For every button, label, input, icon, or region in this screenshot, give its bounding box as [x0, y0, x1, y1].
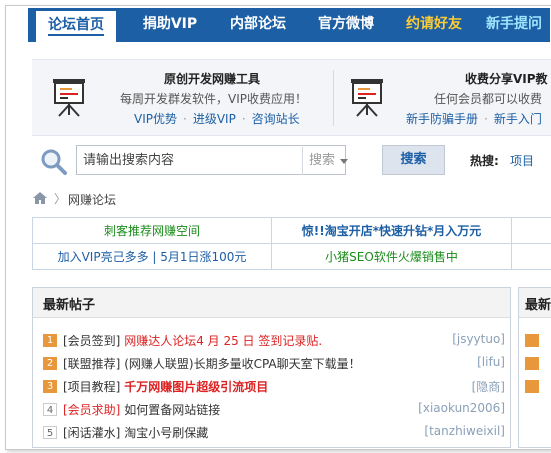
- post-author[interactable]: [lifu]: [477, 355, 505, 369]
- post-author[interactable]: [jsyytuo]: [452, 332, 505, 346]
- hot-search-item[interactable]: 项目: [510, 152, 534, 169]
- post-category[interactable]: [联盟推荐]: [63, 357, 120, 371]
- latest-posts-panel: 最新帖子 1 [会员签到] 网赚达人论坛4 月 25 日 签到记录贴. [jsy…: [32, 287, 511, 448]
- newbie-intro-link[interactable]: 新手入门: [494, 112, 542, 126]
- search-box: 搜索: [76, 145, 348, 175]
- post-category[interactable]: [闲话灌水]: [63, 426, 120, 440]
- search-scope-select[interactable]: 搜索: [302, 147, 350, 175]
- presentation-board-icon: [351, 79, 383, 117]
- promo-tools-subtitle: 每周开发群发软件，VIP收费应用！: [120, 92, 307, 106]
- post-category[interactable]: [会员求助]: [63, 403, 120, 417]
- side-panel-header: 最新: [519, 288, 551, 318]
- ad-link[interactable]: 小猪SEO软件火爆销售中: [272, 244, 512, 270]
- hot-search-label: 热搜:: [470, 154, 499, 168]
- vip-advantage-link[interactable]: VIP优势: [134, 112, 177, 126]
- latest-posts-title: 最新帖子: [43, 298, 96, 313]
- breadcrumb-current[interactable]: 网赚论坛: [68, 191, 116, 208]
- latest-posts-header: 最新帖子: [33, 288, 510, 318]
- post-rank-badge: 4: [43, 403, 57, 416]
- search-scope-label: 搜索: [309, 153, 336, 168]
- post-row[interactable]: 5 [闲话灌水] 淘宝小号刷保藏 [tanzhiweixil]: [43, 423, 505, 443]
- search-button[interactable]: 搜索: [382, 145, 445, 175]
- post-title[interactable]: 如何置备网站链接: [124, 403, 220, 417]
- contact-admin-link[interactable]: 咨询站长: [252, 112, 300, 126]
- post-row[interactable]: 4 [会员求助] 如何置备网站链接 [xiaokun2006]: [43, 400, 505, 420]
- nav-official-weibo[interactable]: 官方微博: [302, 8, 390, 42]
- presentation-board-icon: [53, 79, 85, 117]
- post-category[interactable]: [会员签到]: [63, 334, 120, 348]
- nav-invite-friends[interactable]: 约请好友: [390, 8, 478, 42]
- ad-link[interactable]: 惊!!淘宝开店*快速升钻*月入万元: [272, 218, 512, 244]
- promo-tools-links: VIP优势 · 进级VIP · 咨询站长: [134, 112, 300, 126]
- post-title[interactable]: 千万网赚图片超级引流项目: [124, 380, 268, 394]
- post-category[interactable]: [项目教程]: [63, 380, 120, 394]
- nav-internal-forum[interactable]: 内部论坛: [214, 8, 302, 42]
- post-row[interactable]: 1 [会员签到] 网赚达人论坛4 月 25 日 签到记录贴. [jsyytuo]: [43, 331, 505, 351]
- ad-cell-empty: [512, 218, 551, 244]
- nav-forum-home[interactable]: 论坛首页: [36, 11, 116, 42]
- post-rank-badge: 5: [43, 426, 57, 439]
- search-icon: [41, 149, 67, 175]
- promo-tools: 原创开发网赚工具 每周开发群发软件，VIP收费应用！ VIP优势 · 进级VIP · 咨…: [32, 60, 332, 135]
- post-title[interactable]: 网赚达人论坛4 月 25 日 签到记录贴.: [124, 334, 322, 348]
- side-rank-badge: [525, 334, 539, 347]
- breadcrumb-separator: 〉: [54, 192, 67, 206]
- side-panel: 最新: [518, 287, 551, 448]
- promo-tools-title: 原创开发网赚工具: [164, 72, 261, 86]
- upgrade-vip-link[interactable]: 进级VIP: [193, 112, 236, 126]
- side-rank-badge: [525, 380, 539, 393]
- post-row[interactable]: 3 [项目教程] 千万网赚图片超级引流项目 [隐商]: [43, 377, 505, 397]
- search-input[interactable]: [83, 146, 283, 174]
- promo-vip-share-title: 收费分享VIP教: [465, 72, 548, 86]
- post-rank-badge: 3: [43, 380, 57, 393]
- post-rank-badge: 2: [43, 357, 57, 370]
- anti-scam-manual-link[interactable]: 新手防骗手册: [406, 112, 478, 126]
- side-rank-badge: [525, 357, 539, 370]
- post-author[interactable]: [隐商]: [472, 378, 505, 395]
- post-author[interactable]: [xiaokun2006]: [418, 401, 505, 415]
- post-title[interactable]: 淘宝小号刷保藏: [124, 426, 208, 440]
- promo-vip-share-subtitle: 任何会员都可以收费: [434, 92, 543, 106]
- chevron-down-icon: [340, 159, 348, 164]
- side-panel-title: 最新: [525, 298, 551, 313]
- main-nav: 论坛首页 捐助VIP 内部论坛 官方微博 约请好友 新手提问: [28, 8, 550, 42]
- ad-link[interactable]: 加入VIP亮己多多 | 5月1日涨100元: [32, 244, 272, 270]
- ad-cell-empty: [512, 244, 551, 270]
- promo-vip-share-links: 新手防骗手册 · 新手入门: [406, 112, 542, 126]
- ad-link[interactable]: 刺客推荐网赚空间: [32, 218, 272, 244]
- promo-vip-share: 收费分享VIP教 任何会员都可以收费 新手防骗手册 · 新手入门: [334, 60, 551, 135]
- promo-strip: 原创开发网赚工具 每周开发群发软件，VIP收费应用！ VIP优势 · 进级VIP · 咨…: [32, 59, 551, 136]
- nav-newbie-questions[interactable]: 新手提问: [478, 8, 550, 42]
- home-icon[interactable]: [32, 191, 48, 205]
- search-bar: 搜索 搜索 热搜: 项目: [32, 143, 551, 179]
- post-row[interactable]: 2 [联盟推荐] (网赚人联盟)长期多量收CPA聊天室下载量！ [lifu]: [43, 354, 505, 374]
- ad-links-table: 刺客推荐网赚空间 惊!!淘宝开店*快速升钻*月入万元 加入VIP亮己多多 | 5…: [32, 217, 551, 272]
- post-rank-badge: 1: [43, 334, 57, 347]
- nav-donate-vip[interactable]: 捐助VIP: [126, 8, 214, 42]
- post-title[interactable]: (网赚人联盟)长期多量收CPA聊天室下载量！: [124, 357, 360, 371]
- post-author[interactable]: [tanzhiweixil]: [424, 424, 505, 438]
